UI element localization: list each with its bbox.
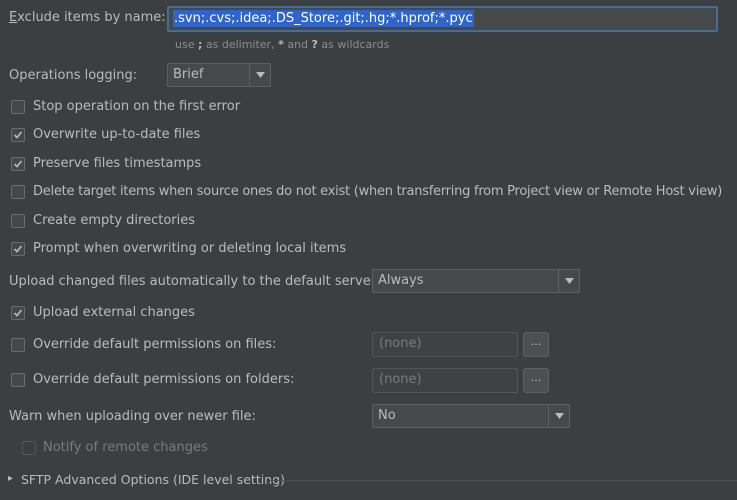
prompt-overwriting-checkbox[interactable] — [11, 242, 25, 256]
delete-target-items-label: Delete target items when source ones do … — [33, 184, 723, 199]
chevron-down-icon — [249, 64, 270, 86]
stop-on-first-error-checkbox[interactable] — [11, 100, 25, 114]
exclude-input-value: .svn;.cvs;.idea;.DS_Store;.git;.hg;*.hpr… — [173, 10, 474, 27]
override-perm-files-label: Override default permissions on files: — [33, 337, 277, 352]
operations-logging-value: Brief — [173, 67, 204, 82]
override-perm-folders-checkbox[interactable] — [11, 373, 25, 387]
prompt-overwriting-label: Prompt when overwriting or deleting loca… — [33, 241, 347, 256]
preserve-timestamps-checkbox[interactable] — [11, 157, 25, 171]
exclude-hint: use ; as delimiter, * and ? as wildcards — [175, 38, 390, 51]
warn-select[interactable]: No — [372, 404, 570, 428]
upload-auto-value: Always — [378, 273, 424, 288]
operations-logging-label: Operations logging: — [9, 68, 138, 83]
create-empty-directories-label: Create empty directories — [33, 213, 196, 228]
overwrite-up-to-date-label: Overwrite up-to-date files — [33, 127, 201, 142]
stop-on-first-error-label: Stop operation on the first error — [33, 99, 241, 114]
upload-auto-select[interactable]: Always — [372, 269, 580, 293]
delete-target-items-checkbox[interactable] — [11, 185, 25, 199]
exclude-label-rest: xclude items by name: — [17, 10, 166, 25]
upload-external-checkbox[interactable] — [11, 306, 25, 320]
notify-remote-changes-label: Notify of remote changes — [43, 440, 208, 455]
perm-files-browse-button[interactable]: ··· — [523, 332, 549, 357]
expand-triangle-icon[interactable]: ▸ — [8, 473, 13, 484]
operations-logging-select[interactable]: Brief — [167, 63, 271, 87]
preserve-timestamps-label: Preserve files timestamps — [33, 156, 202, 171]
checkmark-icon — [13, 245, 23, 253]
notify-remote-changes-checkbox[interactable] — [22, 441, 36, 455]
perm-files-value: (none) — [379, 336, 422, 351]
overwrite-up-to-date-checkbox[interactable] — [11, 128, 25, 142]
create-empty-directories-checkbox[interactable] — [11, 214, 25, 228]
checkmark-icon — [13, 131, 23, 139]
section-divider — [270, 480, 737, 481]
override-perm-files-checkbox[interactable] — [11, 338, 25, 352]
checkmark-icon — [13, 160, 23, 168]
warn-value: No — [378, 408, 396, 423]
checkmark-icon — [13, 309, 23, 317]
upload-external-label: Upload external changes — [33, 305, 195, 320]
perm-folders-browse-button[interactable]: ··· — [523, 368, 549, 393]
exclude-label-mnemonic: E — [9, 10, 18, 25]
exclude-label: Exclude items by name: — [9, 10, 166, 25]
warn-label: Warn when uploading over newer file: — [9, 409, 256, 424]
chevron-down-icon — [558, 270, 579, 292]
sftp-advanced-options-toggle[interactable]: SFTP Advanced Options (IDE level setting… — [21, 472, 285, 487]
perm-files-input[interactable]: (none) — [372, 332, 518, 357]
exclude-input[interactable]: .svn;.cvs;.idea;.DS_Store;.git;.hg;*.hpr… — [167, 6, 718, 32]
override-perm-folders-label: Override default permissions on folders: — [33, 372, 295, 387]
chevron-down-icon — [548, 405, 569, 427]
upload-auto-label: Upload changed files automatically to th… — [9, 274, 377, 289]
perm-folders-value: (none) — [379, 372, 422, 387]
perm-folders-input[interactable]: (none) — [372, 368, 518, 393]
